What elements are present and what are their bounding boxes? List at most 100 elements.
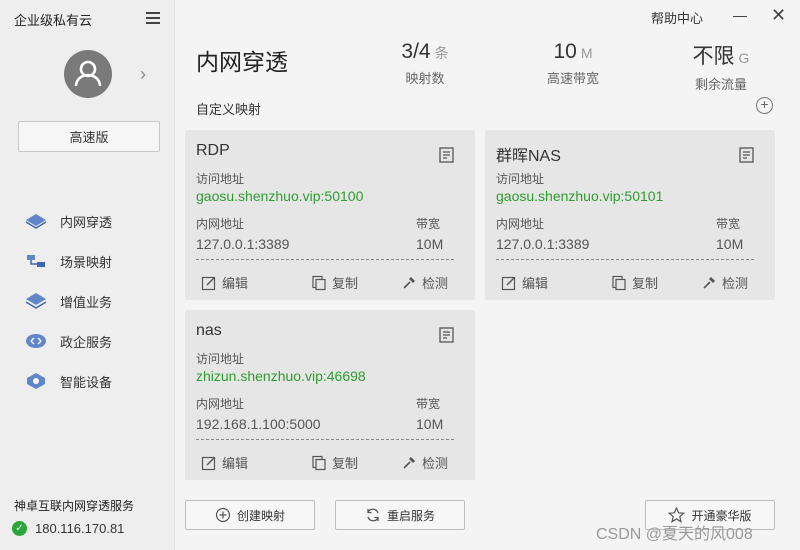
stat-bandwidth: 10 M 高速带宽 [533, 40, 613, 87]
edit-icon [501, 276, 516, 290]
bandwidth-label: 带宽 [716, 217, 741, 231]
mapping-name: nas [196, 322, 222, 339]
note-icon[interactable] [738, 146, 756, 164]
copy-label: 复制 [332, 276, 359, 291]
user-icon [74, 60, 102, 87]
access-address[interactable]: gaosu.shenzhuo.vip:50101 [496, 188, 663, 204]
help-center-link[interactable]: 帮助中心 [651, 8, 703, 27]
sidebar-item-label: 智能设备 [60, 374, 113, 390]
sidebar-item-device[interactable]: 智能设备 [0, 361, 175, 401]
create-mapping-label: 创建映射 [236, 508, 285, 523]
sidebar: 企业级私有云 › 高速版 内网穿透 场景映射 增值业务 政企服务 智能设备 神卓… [0, 0, 175, 550]
check-circle-icon: ✓ [12, 521, 27, 536]
edit-button[interactable]: 编辑 [201, 273, 248, 292]
mapping-name: 群晖NAS [496, 148, 561, 165]
probe-icon [403, 276, 415, 289]
divider [196, 439, 454, 440]
scene-icon [24, 252, 48, 270]
lan-address: 192.168.1.100:5000 [196, 416, 321, 432]
bandwidth-value: 10M [716, 236, 744, 252]
stat-label: 剩余流量 [694, 77, 747, 92]
sidebar-item-intranet[interactable]: 内网穿透 [0, 201, 175, 241]
bandwidth-value: 10M [416, 416, 444, 432]
app-title: 企业级私有云 [14, 13, 93, 28]
sidebar-item-scene[interactable]: 场景映射 [0, 241, 175, 281]
plus-circle-icon [215, 507, 231, 523]
stat-value: 3/4 [401, 40, 431, 63]
stat-mappings: 3/4 条 映射数 [385, 40, 465, 87]
note-icon[interactable] [438, 326, 456, 344]
lan-address-label: 内网地址 [196, 397, 245, 411]
restart-service-button[interactable]: 重启服务 [335, 500, 465, 530]
access-address-label: 访问地址 [196, 352, 245, 366]
stat-label: 高速带宽 [546, 71, 599, 86]
lan-address: 127.0.0.1:3389 [196, 236, 290, 252]
service-title: 神卓互联内网穿透服务 [14, 499, 135, 513]
access-address-label: 访问地址 [196, 172, 245, 186]
bandwidth-label: 带宽 [416, 397, 441, 411]
note-icon[interactable] [438, 146, 456, 164]
probe-icon [703, 276, 715, 289]
bandwidth-label: 带宽 [416, 217, 441, 231]
refresh-icon [367, 508, 379, 522]
check-button[interactable]: 检测 [401, 453, 448, 472]
stat-label: 映射数 [405, 71, 445, 86]
sidebar-item-label: 内网穿透 [60, 214, 113, 230]
hamburger-menu-icon[interactable] [146, 12, 160, 24]
chevron-right-icon[interactable]: › [140, 64, 146, 85]
copy-label: 复制 [332, 456, 359, 471]
avatar[interactable] [64, 50, 112, 98]
edit-icon [201, 456, 216, 470]
sidebar-item-label: 政企服务 [60, 334, 113, 350]
plan-button[interactable]: 高速版 [18, 121, 160, 152]
mapping-card: 群晖NAS 访问地址 gaosu.shenzhuo.vip:50101 内网地址… [485, 130, 775, 300]
sidebar-item-label: 增值业务 [60, 294, 113, 310]
divider [496, 259, 754, 260]
sidebar-nav: 内网穿透 场景映射 增值业务 政企服务 智能设备 [0, 201, 175, 401]
stat-value: 不限 [692, 45, 735, 68]
add-mapping-icon[interactable]: + [756, 97, 773, 114]
close-icon[interactable]: ✕ [771, 6, 786, 24]
check-label: 检测 [422, 456, 449, 471]
value-added-icon [24, 292, 48, 310]
lan-address: 127.0.0.1:3389 [496, 236, 590, 252]
edit-label: 编辑 [222, 456, 249, 471]
sidebar-item-enterprise[interactable]: 政企服务 [0, 321, 175, 361]
sidebar-item-value-added[interactable]: 增值业务 [0, 281, 175, 321]
watermark: CSDN @夏天的风008 [596, 526, 753, 543]
check-button[interactable]: 检测 [701, 273, 748, 292]
copy-button[interactable]: 复制 [311, 273, 358, 292]
copy-button[interactable]: 复制 [611, 273, 658, 292]
enterprise-icon [24, 332, 48, 350]
access-address-label: 访问地址 [496, 172, 545, 186]
lan-address-label: 内网地址 [496, 217, 545, 231]
copy-button[interactable]: 复制 [311, 453, 358, 472]
edit-label: 编辑 [522, 276, 549, 291]
divider [196, 259, 454, 260]
create-mapping-button[interactable]: 创建映射 [185, 500, 315, 530]
service-ip: 180.116.170.81 [35, 521, 125, 536]
probe-icon [403, 456, 415, 469]
copy-icon [312, 275, 326, 290]
network-icon [24, 212, 48, 230]
bandwidth-value: 10M [416, 236, 444, 252]
section-label: 自定义映射 [196, 102, 262, 117]
copy-label: 复制 [632, 276, 659, 291]
mapping-card: RDP 访问地址 gaosu.shenzhuo.vip:50100 内网地址 带… [185, 130, 475, 300]
minimize-icon[interactable] [732, 7, 748, 23]
access-address[interactable]: gaosu.shenzhuo.vip:50100 [196, 188, 363, 204]
access-address[interactable]: zhizun.shenzhuo.vip:46698 [196, 368, 366, 384]
service-status: ✓ 180.116.170.81 [12, 521, 124, 536]
stat-value: 10 [553, 40, 577, 63]
edit-label: 编辑 [222, 276, 249, 291]
edit-icon [201, 276, 216, 290]
edit-button[interactable]: 编辑 [201, 453, 248, 472]
check-label: 检测 [722, 276, 749, 291]
copy-icon [612, 275, 626, 290]
sidebar-item-label: 场景映射 [60, 254, 113, 270]
check-button[interactable]: 检测 [401, 273, 448, 292]
mapping-name: RDP [196, 142, 230, 159]
lan-address-label: 内网地址 [196, 217, 245, 231]
mapping-card: nas 访问地址 zhizun.shenzhuo.vip:46698 内网地址 … [185, 310, 475, 480]
edit-button[interactable]: 编辑 [501, 273, 548, 292]
